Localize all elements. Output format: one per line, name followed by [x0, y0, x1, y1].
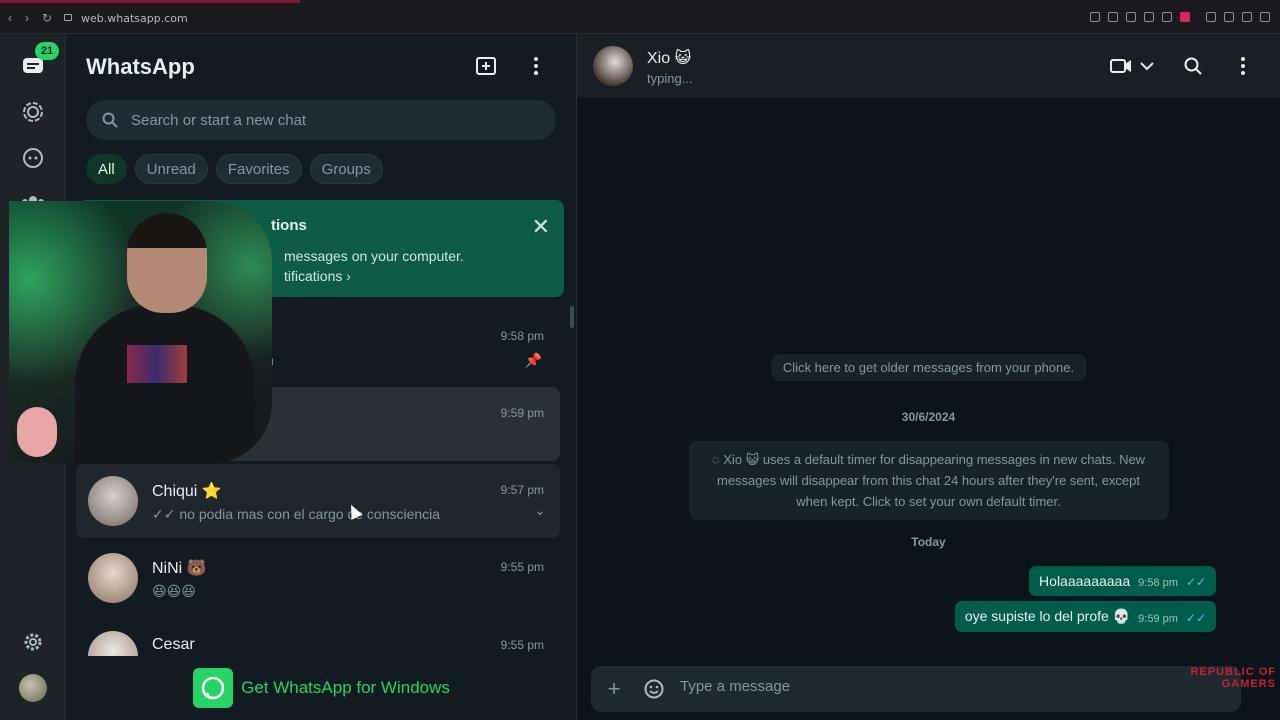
avatar — [88, 553, 138, 603]
chat-name: NiNi 🐻 — [152, 560, 207, 577]
typing-status: typing... — [647, 71, 693, 86]
load-older-messages[interactable]: Click here to get older messages from yo… — [770, 354, 1087, 381]
sticker-mascot — [17, 407, 57, 457]
browser-toolbar: ‹ › ↻ web.whatsapp.com — [0, 0, 1280, 34]
scrollbar[interactable] — [570, 306, 574, 328]
address-bar[interactable]: web.whatsapp.com — [81, 12, 188, 25]
search-icon — [102, 112, 118, 128]
chip-groups[interactable]: Groups — [309, 154, 383, 184]
banner-text: messages on your computer. — [284, 248, 464, 264]
contact-name[interactable]: Xio 😺 — [647, 48, 691, 68]
new-chat-icon[interactable] — [474, 54, 498, 78]
hoodie-print — [127, 345, 187, 383]
profile-avatar[interactable] — [19, 674, 47, 702]
extensions-icon[interactable] — [1206, 12, 1216, 22]
chat-preview: ✓✓ no podia mas con el cargo de conscien… — [152, 506, 441, 522]
read-receipt-icon: ✓✓ — [1185, 575, 1206, 589]
conversation-panel: Xio 😺 typing... Click here to get older … — [577, 34, 1280, 720]
message-time: 9:59 pm — [1138, 613, 1178, 625]
banner-title: tions — [271, 217, 307, 234]
shield-icon[interactable] — [1144, 12, 1154, 22]
more-options-icon[interactable] — [1231, 54, 1255, 78]
search-placeholder: Search or start a new chat — [131, 112, 307, 129]
conversation-header[interactable]: Xio 😺 typing... — [577, 34, 1280, 98]
profile-icon[interactable] — [1224, 12, 1234, 22]
avatar — [88, 476, 138, 526]
play-icon[interactable] — [1162, 12, 1172, 22]
chat-time: 9:55 pm — [500, 638, 544, 652]
lock-icon — [64, 14, 72, 21]
chat-time: 9:59 pm — [500, 406, 544, 420]
reload-icon[interactable]: ↻ — [42, 11, 52, 25]
rog-watermark: REPUBLIC OF GAMERS — [1190, 666, 1276, 690]
pin-icon: 📌 — [524, 352, 542, 368]
status-icon[interactable] — [19, 98, 47, 126]
channels-icon[interactable] — [19, 144, 47, 172]
get-app-banner[interactable]: Get WhatsApp for Windows — [66, 656, 576, 720]
search-icon[interactable] — [1181, 54, 1205, 78]
date-separator: 30/6/2024 — [901, 410, 956, 424]
message-placeholder: Type a message — [680, 678, 791, 695]
message-time: 9:58 pm — [1138, 577, 1178, 589]
menu-icon[interactable] — [1260, 12, 1270, 22]
zoom-icon[interactable] — [1090, 12, 1100, 22]
chat-time: 9:58 pm — [500, 329, 544, 343]
composer: + Type a message REPUBLIC OF GAMERS — [577, 658, 1280, 720]
bookmark-icon[interactable] — [1108, 12, 1118, 22]
chip-favorites[interactable]: Favorites — [215, 154, 302, 184]
search-input[interactable]: Search or start a new chat — [86, 100, 556, 140]
outgoing-message[interactable]: oye supiste lo del profe 💀 9:59 pm ✓✓ — [954, 601, 1216, 632]
filter-chips: All Unread Favorites Groups — [86, 154, 383, 184]
chat-name: Chiqui ⭐ — [152, 483, 222, 500]
whatsapp-logo-icon — [193, 668, 234, 708]
chevron-down-icon[interactable] — [1135, 54, 1159, 78]
date-separator-today: Today — [911, 535, 946, 549]
more-options-icon[interactable] — [524, 54, 548, 78]
screenshot-icon[interactable] — [1126, 12, 1136, 22]
read-receipt-icon: ✓✓ — [1185, 611, 1206, 625]
app-title: WhatsApp — [86, 54, 195, 79]
video-call-icon[interactable] — [1109, 54, 1133, 78]
heart-icon[interactable] — [1180, 12, 1190, 22]
close-icon[interactable]: ✕ — [532, 214, 550, 240]
chat-item-nini[interactable]: NiNi 🐻 9:55 pm 😆😆😆 — [76, 541, 560, 615]
disappearing-timer-notice[interactable]: ◌ Xio 😺 uses a default timer for disappe… — [688, 441, 1169, 520]
chip-unread[interactable]: Unread — [134, 154, 208, 184]
contact-avatar[interactable] — [593, 46, 633, 86]
attach-plus-icon[interactable]: + — [602, 676, 626, 701]
chat-item-chiqui[interactable]: Chiqui ⭐ 9:57 pm ✓✓ no podia mas con el … — [76, 464, 560, 538]
chat-time: 9:55 pm — [500, 560, 544, 574]
download-icon[interactable] — [1242, 12, 1252, 22]
back-icon[interactable]: ‹ — [8, 11, 12, 25]
chevron-down-icon[interactable]: ⌄ — [534, 502, 546, 519]
unread-badge: 21 — [35, 42, 59, 60]
webcam-person-head — [127, 213, 207, 313]
turn-on-notifications-link[interactable]: tifications › — [284, 268, 351, 284]
outgoing-message[interactable]: Holaaaaaaaaa 9:58 pm ✓✓ — [1029, 566, 1216, 596]
forward-icon[interactable]: › — [25, 11, 29, 25]
chat-time: 9:57 pm — [500, 483, 544, 497]
chat-preview: 😆😆😆 — [152, 583, 196, 599]
chip-all[interactable]: All — [86, 154, 127, 184]
get-app-label: Get WhatsApp for Windows — [241, 678, 450, 697]
message-text: oye supiste lo del profe 💀 — [964, 608, 1131, 624]
settings-icon[interactable] — [19, 628, 47, 656]
message-text: Holaaaaaaaaa — [1039, 573, 1131, 589]
webcam-person-body — [75, 305, 255, 463]
browser-tab-strip[interactable] — [0, 0, 300, 3]
webcam-overlay — [9, 201, 272, 463]
emoji-sticker-icon[interactable] — [642, 677, 666, 701]
chat-name: Cesar — [152, 636, 195, 653]
